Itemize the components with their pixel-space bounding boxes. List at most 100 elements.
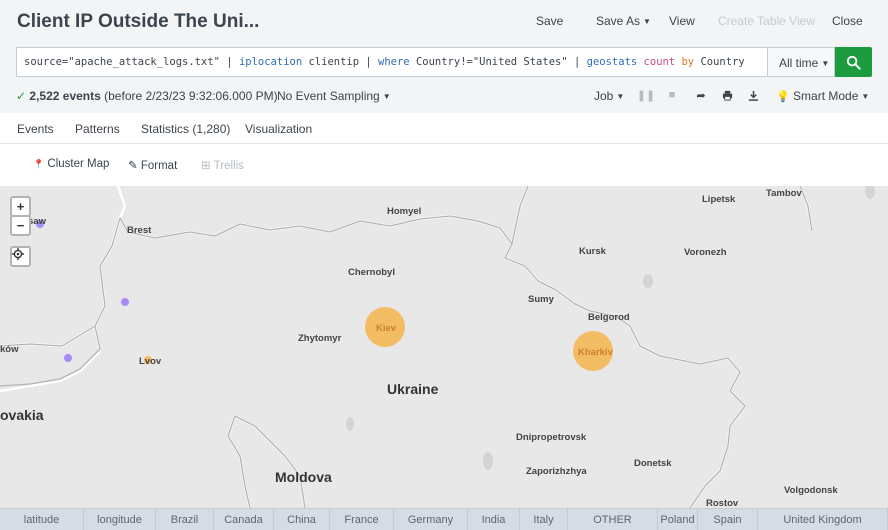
search-query-token: clientip | — [302, 56, 379, 68]
column-header-france[interactable]: France — [330, 509, 394, 530]
trellis-label: Trellis — [213, 160, 244, 172]
search-icon — [846, 55, 861, 70]
map-label-kursk: Kursk — [579, 246, 607, 257]
search-query-token: iplocation — [238, 56, 303, 68]
visualization-toolbar: 📍 Cluster Map ✎ Format ⊞ Trellis — [0, 144, 888, 186]
search-query-token: count — [643, 56, 676, 68]
event-time-range: (before 2/23/23 9:32:06.000 PM) — [104, 89, 278, 103]
pause-icon[interactable]: ❚❚ — [637, 88, 655, 102]
export-icon[interactable] — [746, 88, 760, 102]
search-query-token: source="apache_attack_logs.txt" | — [24, 56, 239, 68]
time-range-picker[interactable]: All time ▼ — [767, 47, 835, 77]
pencil-icon: ✎ — [128, 160, 138, 172]
column-header-poland[interactable]: Poland — [658, 509, 698, 530]
save-as-label: Save As — [596, 14, 641, 28]
save-as-button[interactable]: Save As ▼ — [596, 14, 651, 28]
map-label-volgodonsk: Volgodonsk — [784, 485, 838, 496]
time-range-label: All time — [779, 56, 819, 70]
map-label-kharkiv: Kharkiv — [578, 347, 614, 358]
job-label: Job — [594, 89, 614, 103]
checkmark-icon: ✓ — [16, 89, 27, 103]
trellis-icon: ⊞ — [201, 160, 211, 172]
close-button[interactable]: Close — [832, 14, 863, 28]
tab-statistics[interactable]: Statistics (1,280) — [141, 122, 230, 136]
map-label-lvov: Lvov — [139, 356, 162, 367]
tab-visualization[interactable]: Visualization — [245, 122, 313, 146]
locate-icon[interactable] — [10, 246, 31, 267]
map-pin-icon: 📍 — [33, 159, 45, 169]
print-icon[interactable] — [720, 88, 734, 102]
results-tabs: Events Patterns Statistics (1,280) Visua… — [0, 113, 888, 146]
map-label-zhytomyr: Zhytomyr — [298, 333, 342, 344]
map-label-moldova: Moldova — [275, 469, 332, 485]
map-label-ków: ków — [0, 344, 19, 355]
search-query-token: geostats — [586, 56, 638, 68]
chevron-down-icon: ▼ — [821, 59, 830, 68]
event-count: 2,522 events — [29, 89, 101, 103]
search-query-token: Country — [694, 56, 745, 68]
column-header-longitude[interactable]: longitude — [84, 509, 156, 530]
search-query-token: Country!="United States" | — [409, 56, 587, 68]
view-button[interactable]: View — [669, 14, 695, 28]
event-sampling-dropdown[interactable]: No Event Sampling ▼ — [277, 89, 391, 103]
column-header-china[interactable]: China — [274, 509, 330, 530]
map-label-brest: Brest — [127, 225, 152, 236]
results-table-header: latitude longitude Brazil Canada China France… — [0, 508, 888, 530]
format-button[interactable]: ✎ Format — [128, 158, 177, 172]
trellis-button: ⊞ Trellis — [201, 158, 244, 172]
viz-type-label: Cluster Map — [47, 158, 110, 170]
bulb-icon: 💡 — [776, 91, 790, 103]
map-label-rostov: Rostov — [706, 498, 739, 508]
map-label-kiev: Kiev — [376, 323, 397, 334]
map-label-lipetsk: Lipetsk — [702, 194, 736, 205]
map-label-chernobyl: Chernobyl — [348, 267, 395, 278]
search-button[interactable] — [835, 47, 872, 77]
cluster-map[interactable]: Homyel Lipetsk Tambov Brest Kursk Voronezh Che… — [0, 186, 888, 508]
search-query-token: where — [378, 56, 410, 68]
column-header-latitude[interactable]: latitude — [0, 509, 84, 530]
format-label: Format — [140, 160, 178, 172]
map-label-homyel: Homyel — [387, 206, 421, 217]
map-label-sumy: Sumy — [528, 294, 555, 305]
tab-events[interactable]: Events — [17, 122, 54, 136]
viz-type-button[interactable]: 📍 Cluster Map — [33, 158, 109, 170]
map-canvas: Homyel Lipetsk Tambov Brest Kursk Voronezh Che… — [0, 186, 875, 508]
column-header-canada[interactable]: Canada — [214, 509, 274, 530]
search-mode-label: Smart Mode — [793, 89, 859, 103]
create-table-view-button: Create Table View — [718, 14, 815, 28]
map-label-donetsk: Donetsk — [634, 458, 672, 469]
column-header-united-kingdom[interactable]: United Kingdom — [758, 509, 888, 530]
map-label-voronezh: Voronezh — [684, 247, 727, 258]
chevron-down-icon: ▼ — [861, 92, 870, 101]
save-button[interactable]: Save — [536, 14, 563, 28]
column-header-india[interactable]: India — [468, 509, 520, 530]
search-input[interactable]: source="apache_attack_logs.txt" | iploca… — [16, 47, 767, 77]
map-label-ovakia: ovakia — [0, 407, 44, 423]
column-header-other[interactable]: OTHER — [568, 509, 658, 530]
map-markers-small — [36, 220, 129, 362]
column-header-brazil[interactable]: Brazil — [156, 509, 214, 530]
column-header-germany[interactable]: Germany — [394, 509, 468, 530]
map-label-ukraine: Ukraine — [387, 381, 439, 397]
report-title: Client IP Outside The Uni... — [17, 11, 260, 32]
map-label-belgorod: Belgorod — [588, 312, 630, 323]
search-query-token: by — [681, 56, 695, 68]
map-label-dnipropetrovsk: Dnipropetrovsk — [516, 432, 587, 443]
search-mode-dropdown[interactable]: 💡 Smart Mode ▼ — [776, 89, 869, 103]
column-header-italy[interactable]: Italy — [520, 509, 568, 530]
chevron-down-icon: ▼ — [643, 17, 651, 26]
job-menu[interactable]: Job ▼ — [594, 89, 624, 103]
tab-patterns[interactable]: Patterns — [75, 122, 120, 136]
map-label-zaporizhzhya: Zaporizhzhya — [526, 466, 587, 477]
share-icon[interactable]: ➦ — [694, 88, 708, 102]
column-header-spain[interactable]: Spain — [698, 509, 758, 530]
map-label-tambov: Tambov — [766, 188, 802, 199]
zoom-out-button[interactable]: − — [10, 215, 31, 236]
chevron-down-icon: ▼ — [616, 92, 625, 101]
zoom-in-button[interactable]: + — [10, 196, 31, 217]
sampling-label: No Event Sampling — [277, 89, 380, 103]
event-count-status: ✓ 2,522 events (before 2/23/23 9:32:06.0… — [16, 89, 278, 103]
chevron-down-icon: ▼ — [382, 92, 391, 101]
stop-icon[interactable]: ■ — [665, 88, 679, 102]
report-header: Client IP Outside The Uni... Save Save A… — [0, 0, 888, 46]
